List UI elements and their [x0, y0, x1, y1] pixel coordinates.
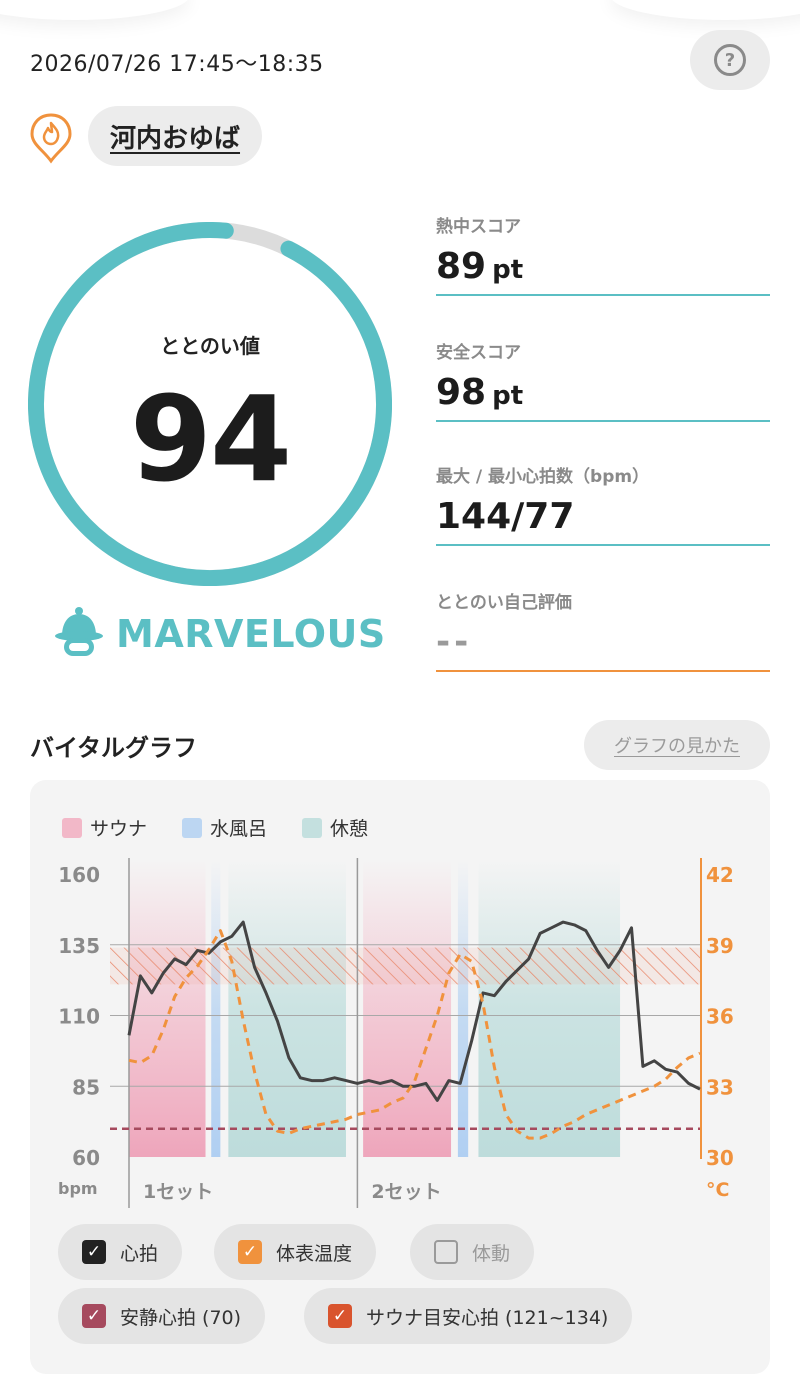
- legend-water: 水風呂: [182, 814, 267, 841]
- legend-sauna-label: サウナ: [90, 818, 148, 840]
- legend-water-label: 水風呂: [210, 818, 268, 840]
- heat-score-number: 89: [436, 246, 487, 287]
- top-shadow-right: [610, 0, 800, 20]
- heart-rate-checkbox[interactable]: ✓: [82, 1240, 106, 1264]
- flame-pin-icon: [28, 112, 74, 164]
- top-shadow-left: [0, 0, 190, 20]
- toggle-resting-hr[interactable]: ✓ 安静心拍 (70): [58, 1288, 266, 1344]
- legend-sauna-swatch: [62, 817, 82, 838]
- self-evaluation-value[interactable]: --: [436, 622, 472, 662]
- safety-score-number: 98: [436, 372, 487, 413]
- legend-rest: 休憩: [302, 814, 368, 841]
- y-tick-left: 60: [72, 1146, 100, 1170]
- safety-score: 安全スコア 98 pt: [436, 338, 770, 422]
- y-tick-right: 36: [706, 1005, 734, 1029]
- y-tick-left: 85: [72, 1075, 100, 1099]
- sauna-target-hr-toggle-label: サウナ目安心拍 (121~134): [366, 1306, 609, 1329]
- safety-score-label: 安全スコア: [436, 343, 521, 363]
- session-datetime: 2026/07/26 17:45〜18:35: [30, 52, 324, 77]
- y-tick-right: 30: [706, 1146, 734, 1170]
- y-tick-left: 135: [58, 934, 100, 958]
- rank-badge: MARVELOUS: [54, 604, 386, 664]
- y-tick-left: 110: [58, 1005, 100, 1029]
- set-label: 2セット: [371, 1181, 441, 1203]
- heart-rate-range-divider: [436, 544, 770, 546]
- y-axis-left-label: bpm: [58, 1179, 98, 1198]
- safety-score-value: 98 pt: [436, 372, 523, 413]
- legend-water-swatch: [182, 817, 202, 838]
- self-evaluation[interactable]: ととのい自己評価 --: [436, 588, 770, 672]
- y-tick-left: 160: [58, 863, 100, 887]
- graph-howto-button[interactable]: グラフの見かた: [584, 720, 770, 770]
- sauna-hat-icon: [55, 607, 103, 656]
- heart-rate-range-value: 144/77: [436, 496, 575, 537]
- heat-score-value: 89 pt: [436, 246, 523, 287]
- heat-score-label: 熱中スコア: [436, 217, 521, 237]
- heart-rate-range: 最大 / 最小心拍数（bpm） 144/77: [436, 462, 770, 546]
- rank-label: MARVELOUS: [116, 612, 386, 656]
- legend-rest-label: 休憩: [330, 818, 369, 840]
- safety-score-divider: [436, 420, 770, 422]
- legend-sauna: サウナ: [62, 814, 147, 841]
- graph-howto-label: グラフの見かた: [614, 736, 740, 757]
- heart-rate-toggle-label: 心拍: [120, 1242, 159, 1265]
- zone-rest: [228, 860, 346, 1157]
- y-tick-right: 39: [706, 934, 734, 958]
- body-temp-toggle-label: 体表温度: [276, 1242, 353, 1265]
- sauna-target-hr-checkbox[interactable]: ✓: [328, 1304, 352, 1328]
- body-motion-checkbox[interactable]: [434, 1240, 458, 1264]
- heat-score-divider: [436, 294, 770, 296]
- self-evaluation-label: ととのい自己評価: [436, 593, 572, 613]
- vital-chart: 160 135 110 85 60 42 39 36 33 30 bpm °C 1セット 2セット: [58, 858, 734, 1208]
- score-label: ととのい値: [160, 334, 260, 358]
- facility-name: 河内おゆば: [110, 123, 241, 154]
- zone-water: [211, 860, 221, 1157]
- toggle-body-temp[interactable]: ✓ 体表温度: [214, 1224, 377, 1280]
- score-ring: ととのい値 94: [28, 222, 392, 586]
- help-icon: ?: [714, 44, 746, 76]
- set-label: 1セット: [143, 1181, 213, 1203]
- legend-rest-swatch: [302, 817, 322, 838]
- help-button[interactable]: ?: [690, 30, 770, 90]
- resting-hr-checkbox[interactable]: ✓: [82, 1304, 106, 1328]
- body-temp-checkbox[interactable]: ✓: [238, 1240, 262, 1264]
- y-tick-right: 33: [706, 1075, 734, 1099]
- resting-hr-toggle-label: 安静心拍 (70): [120, 1306, 242, 1329]
- score-value: 94: [129, 370, 292, 508]
- heat-score: 熱中スコア 89 pt: [436, 212, 770, 296]
- zone-water: [457, 860, 469, 1157]
- body-motion-toggle-label: 体動: [472, 1242, 511, 1265]
- safety-score-unit: pt: [492, 381, 524, 411]
- toggle-body-motion[interactable]: 体動: [410, 1224, 535, 1280]
- zone-rest: [478, 860, 621, 1157]
- y-tick-right: 42: [706, 863, 734, 887]
- heat-score-unit: pt: [492, 255, 524, 285]
- zone-sauna: [129, 860, 206, 1157]
- facility-name-button[interactable]: 河内おゆば: [88, 106, 263, 166]
- toggle-sauna-target-hr[interactable]: ✓ サウナ目安心拍 (121~134): [304, 1288, 633, 1344]
- vital-graph-title: バイタルグラフ: [30, 734, 198, 762]
- toggle-heart-rate[interactable]: ✓ 心拍: [58, 1224, 183, 1280]
- self-evaluation-divider: [436, 670, 770, 672]
- heart-rate-range-label: 最大 / 最小心拍数（bpm）: [436, 467, 650, 487]
- y-axis-right-label: °C: [706, 1179, 729, 1201]
